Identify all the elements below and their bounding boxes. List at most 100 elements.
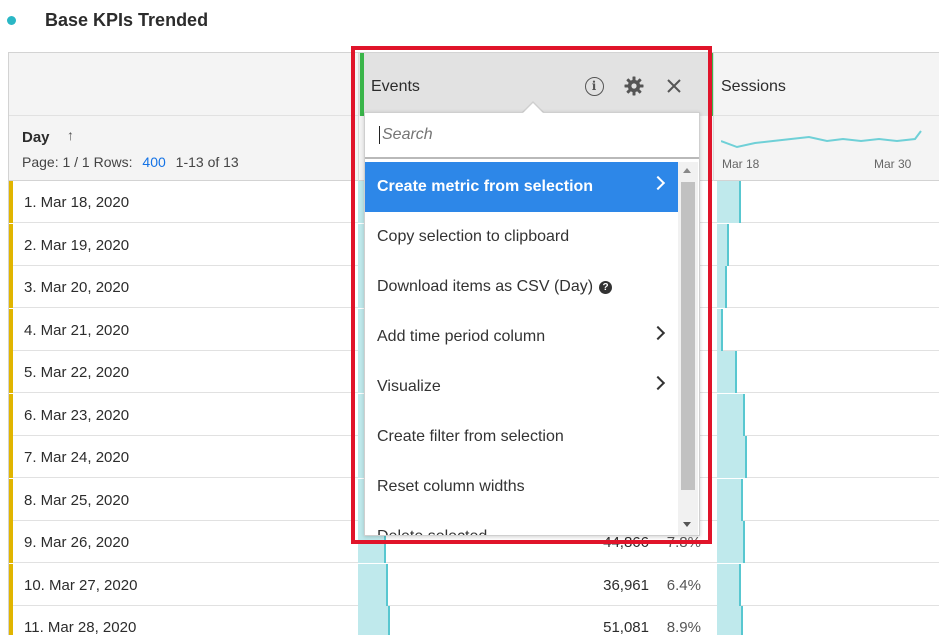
row-marker [9,436,13,478]
sessions-bar [717,563,741,606]
menu-item-label: Create metric from selection [377,178,594,195]
menu-item-create-metric-from-selection[interactable]: Create metric from selection [365,162,679,212]
row-label[interactable]: 1. Mar 18, 2020 [24,194,129,211]
scroll-down-arrow-icon[interactable] [683,522,691,527]
row-marker [9,266,13,308]
menu-item-label: Add time period column [377,328,546,345]
menu-caret [523,103,543,113]
row-marker [9,393,13,436]
sessions-bar [717,393,745,436]
sessions-bar [717,351,737,393]
rows-per-page-select[interactable]: 400 [142,154,165,170]
events-column-label[interactable]: Events [371,78,420,96]
info-icon[interactable]: i [583,75,605,97]
row-label[interactable]: 4. Mar 21, 2020 [24,322,129,339]
row-marker [9,606,13,635]
menu-scrollbar[interactable] [678,162,698,535]
page-label: Page: 1 / 1 [22,154,90,170]
scroll-up-arrow-icon[interactable] [683,168,691,173]
menu-item-label: Create filter from selection [377,428,564,445]
dimension-header[interactable]: Day [22,129,50,146]
sessions-bar-marker [743,521,745,563]
panel-header[interactable]: Base KPIs Trended [0,8,208,32]
panel-title: Base KPIs Trended [45,9,209,30]
close-icon[interactable] [663,75,685,97]
sessions-sparkline [721,130,922,149]
row-marker [9,521,13,563]
events-value: 44,866 [603,534,649,551]
row-marker [9,308,13,351]
events-value: 36,961 [603,576,649,594]
sessions-bar-marker [727,223,729,266]
row-label[interactable]: 5. Mar 22, 2020 [24,364,129,381]
help-icon[interactable]: ? [599,280,613,294]
scroll-thumb[interactable] [681,182,695,490]
menu-item-delete-selected[interactable]: Delete selected [365,512,679,535]
table-row[interactable]: 10. Mar 27, 2020 36,961 6.4% [9,563,939,606]
events-value: 51,081 [603,619,649,635]
panel-status-dot [7,15,16,25]
column-divider [358,53,359,181]
menu-item-download-items-as-csv-day[interactable]: Download items as CSV (Day)? [365,262,679,312]
sort-ascending-icon[interactable]: ↑ [67,127,74,143]
row-marker [9,563,13,606]
sessions-bar [717,181,741,223]
events-percent: 8.9% [666,619,701,635]
sessions-bar-marker [741,606,743,635]
menu-item-label: Visualize [377,378,441,395]
table-row[interactable]: 11. Mar 28, 2020 51,081 8.9% [9,606,939,635]
sessions-bar [717,606,743,635]
sessions-bar-marker [745,436,747,478]
menu-item-label: Reset column widths [377,478,525,495]
chevron-right-icon [650,375,666,391]
menu-item-reset-column-widths[interactable]: Reset column widths [365,462,679,512]
row-label[interactable]: 9. Mar 26, 2020 [24,534,129,551]
events-drag-handle[interactable] [360,53,364,116]
search-input[interactable] [379,126,679,144]
row-label[interactable]: 6. Mar 23, 2020 [24,407,129,424]
row-label[interactable]: 3. Mar 20, 2020 [24,279,129,296]
menu-item-visualize[interactable]: Visualize [365,362,679,412]
sessions-column-label[interactable]: Sessions [721,78,786,96]
menu-item-label: Delete selected [377,528,487,535]
menu-item-create-filter-from-selection[interactable]: Create filter from selection [365,412,679,462]
row-marker [9,478,13,521]
row-marker [9,181,13,223]
sessions-bar-marker [735,351,737,393]
menu-item-label: Download items as CSV (Day) [377,278,594,295]
menu-item-label: Copy selection to clipboard [377,228,570,245]
menu-items: Create metric from selection Copy selecti… [365,162,679,535]
row-marker [9,223,13,266]
events-bar-marker [386,563,388,606]
row-label[interactable]: 7. Mar 24, 2020 [24,449,129,466]
events-bar-marker [388,606,390,635]
row-label[interactable]: 8. Mar 25, 2020 [24,492,129,509]
events-bar [358,606,390,635]
sparkline-end-label: Mar 30 [874,157,912,171]
row-label[interactable]: 2. Mar 19, 2020 [24,237,129,254]
row-marker [9,351,13,393]
menu-item-add-time-period-column[interactable]: Add time period column [365,312,679,362]
row-label[interactable]: 11. Mar 28, 2020 [24,619,136,635]
sessions-bar-marker [743,393,745,436]
gear-icon[interactable] [623,75,645,97]
menu-item-copy-selection-to-clipboard[interactable]: Copy selection to clipboard [365,212,679,262]
sparkline-start-label: Mar 18 [722,157,760,171]
pagination-info: Page: 1 / 1 Rows: 400 1-13 of 13 [22,154,239,170]
chevron-right-icon [650,175,666,191]
column-divider [713,53,714,181]
events-percent: 7.8% [666,534,701,551]
events-bar [358,563,388,606]
sessions-bar-marker [741,478,743,521]
sessions-bar [717,478,743,521]
chevron-right-icon [650,325,666,341]
range-label: 1-13 of 13 [175,154,239,170]
analysis-workspace: Base KPIs Trended Events i Sessions Day … [0,0,939,635]
sessions-bar-marker [725,266,727,308]
rows-label: Rows: [93,154,133,170]
sessions-bar-marker [721,308,723,351]
sessions-bar [717,436,747,478]
row-label[interactable]: 10. Mar 27, 2020 [24,577,137,594]
sessions-bar-marker [739,181,741,223]
sessions-bar [717,521,745,563]
